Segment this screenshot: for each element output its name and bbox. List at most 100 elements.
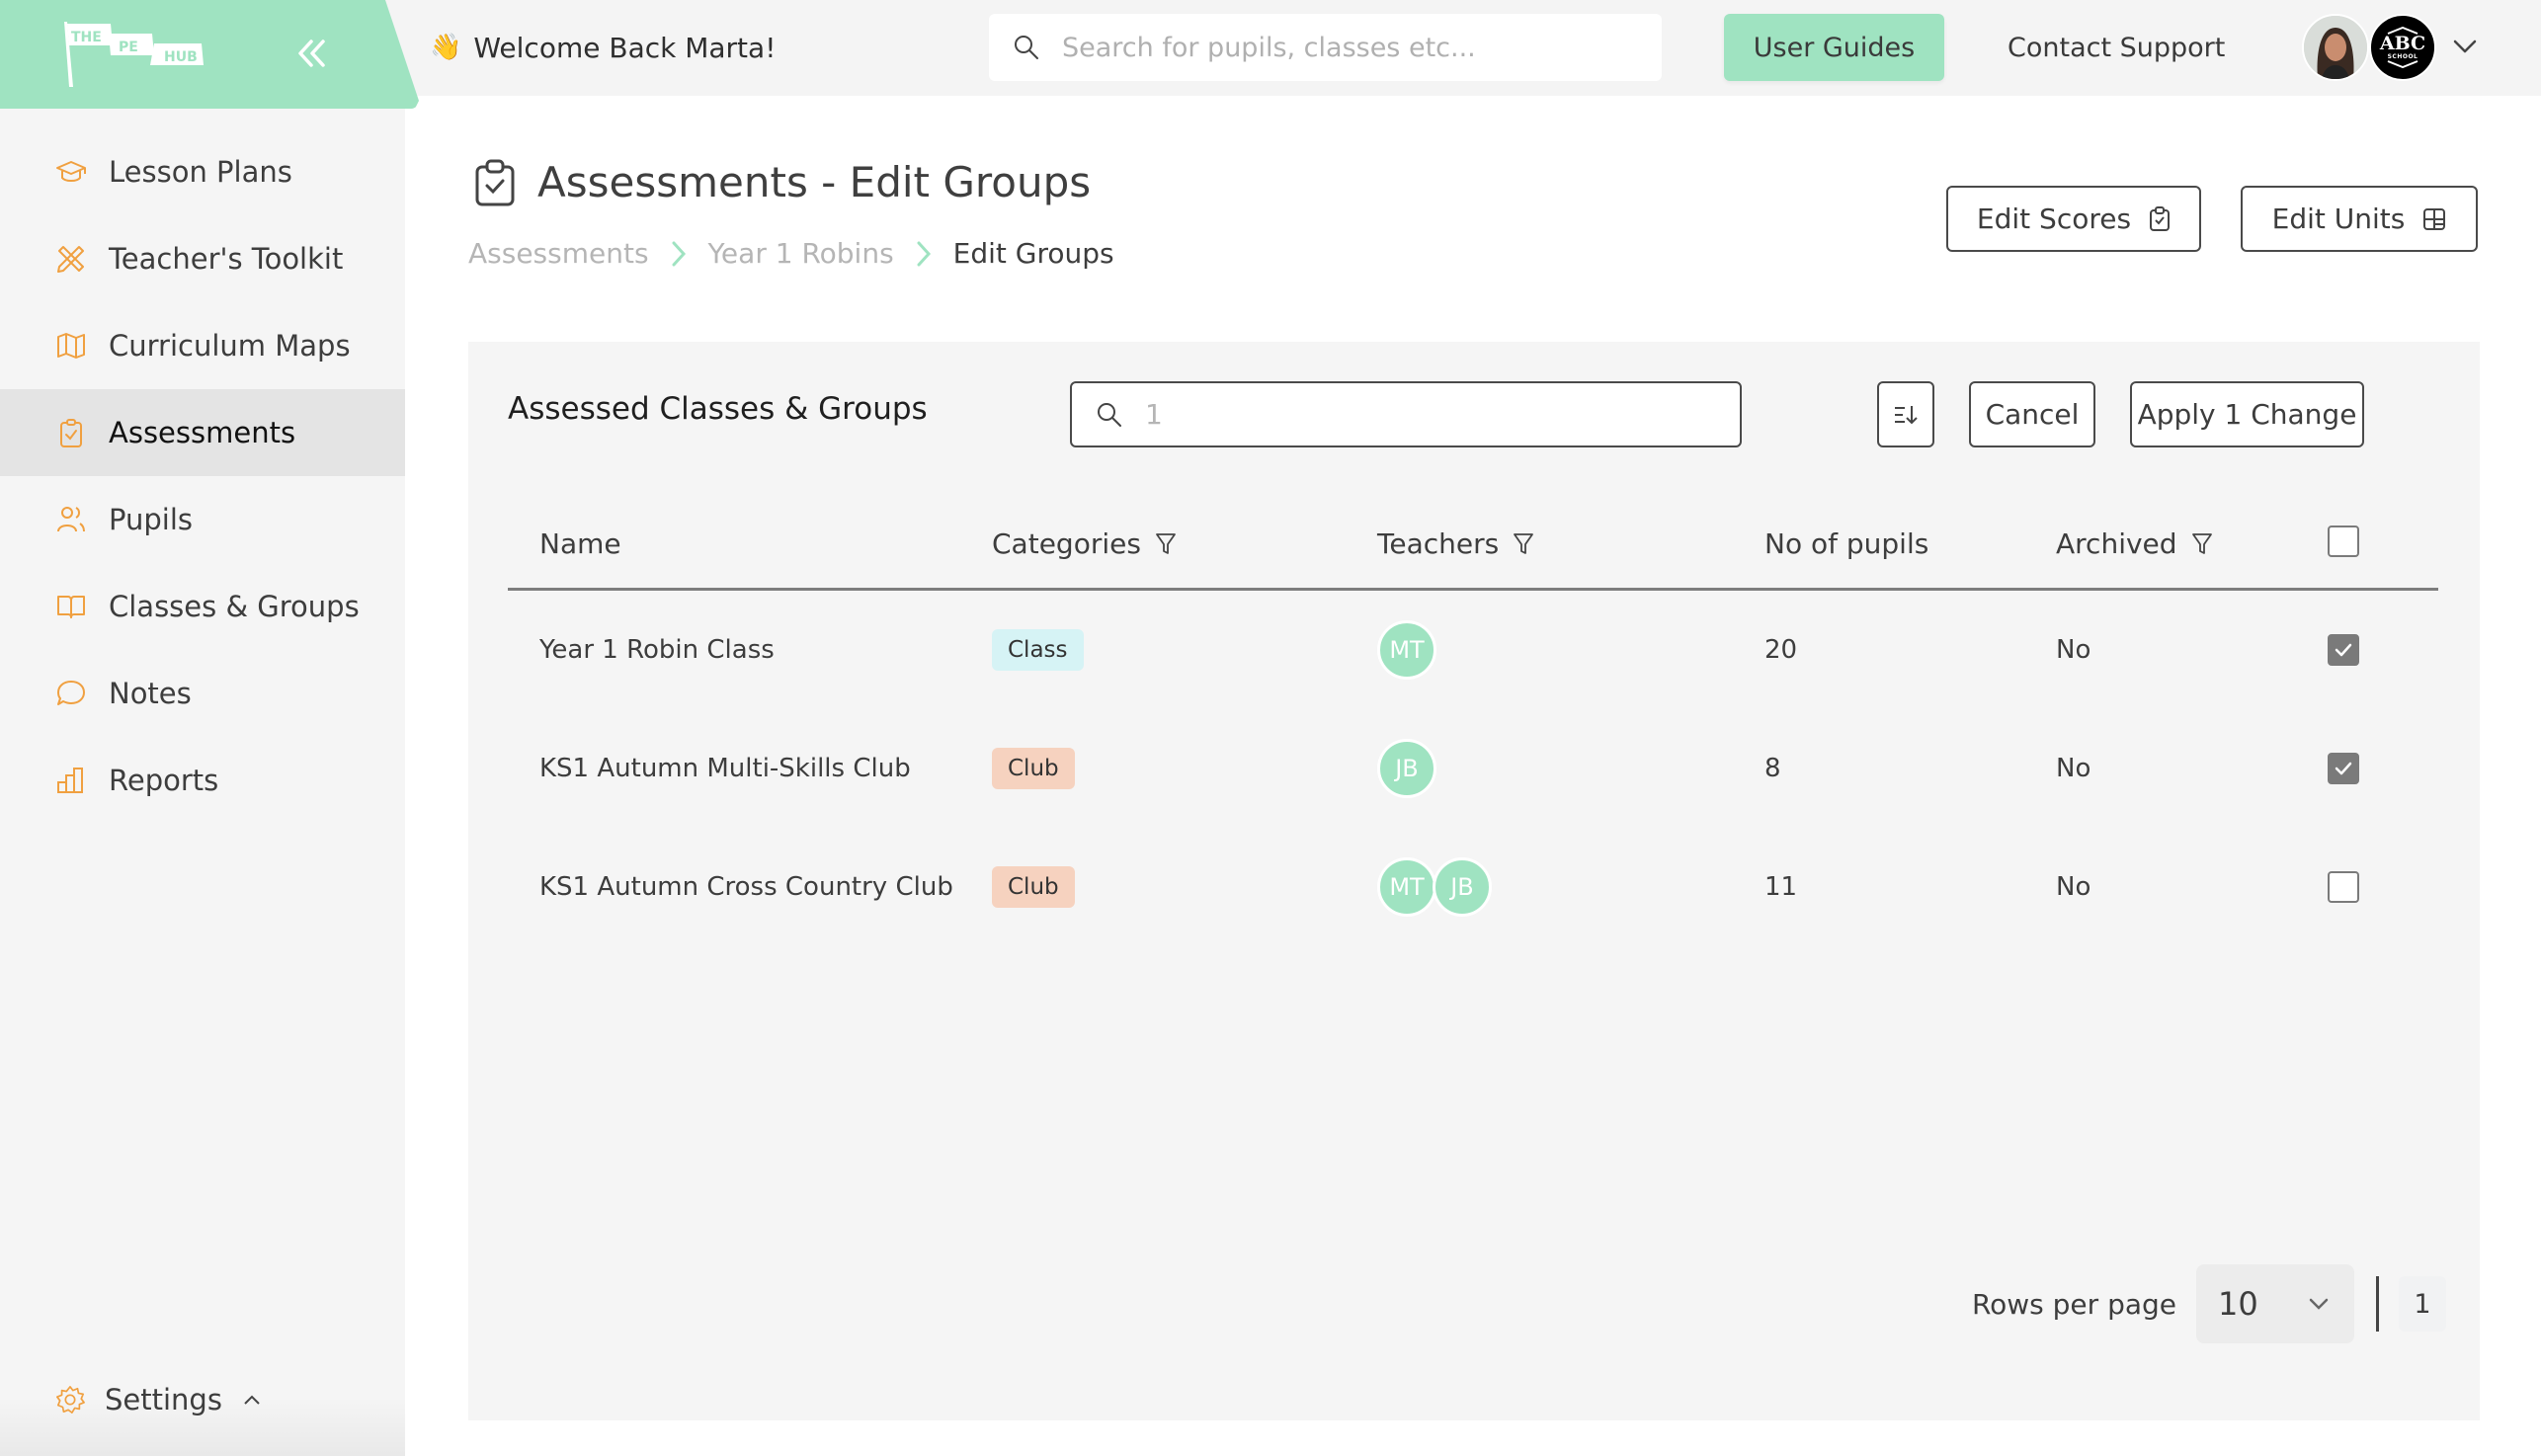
- grid-layout-icon: [2423, 207, 2446, 230]
- table-row[interactable]: Year 1 Robin Class Class MT 20 No: [508, 591, 2438, 709]
- row-pupil-count: 11: [1764, 872, 1798, 902]
- page-title: Assessments - Edit Groups: [474, 158, 1091, 206]
- apply-changes-button[interactable]: Apply 1 Change: [2130, 381, 2364, 447]
- sidebar-item-classes-groups[interactable]: Classes & Groups: [0, 563, 405, 650]
- row-category-cell: Club: [992, 828, 1075, 946]
- column-header-label: No of pupils: [1764, 527, 1929, 560]
- graduation-cap-icon: [56, 161, 86, 182]
- collapse-sidebar-button[interactable]: [292, 36, 332, 71]
- global-search[interactable]: [989, 14, 1662, 81]
- sidebar-item-label: Reports: [109, 764, 219, 797]
- table-row[interactable]: KS1 Autumn Multi-Skills Club Club JB 8 N…: [508, 709, 2438, 828]
- select-all-checkbox[interactable]: [2328, 526, 2359, 557]
- sidebar-item-label: Notes: [109, 677, 192, 710]
- filter-icon[interactable]: [1513, 531, 1534, 557]
- row-teachers-cell: JB: [1377, 709, 1436, 828]
- welcome-text: Welcome Back Marta!: [473, 31, 777, 64]
- row-teachers-cell: MT: [1377, 591, 1436, 709]
- chevron-up-icon: [244, 1395, 260, 1405]
- sidebar-item-label: Lesson Plans: [109, 155, 292, 189]
- clipboard-check-icon: [475, 159, 515, 205]
- page-title-text: Assessments - Edit Groups: [537, 158, 1092, 206]
- chevron-down-icon: [2309, 1298, 2329, 1310]
- chevron-right-icon: [917, 241, 931, 266]
- user-guides-button[interactable]: User Guides: [1724, 14, 1944, 81]
- group-search-input[interactable]: [1145, 398, 1698, 431]
- account-menu-chevron-icon[interactable]: [2450, 32, 2480, 61]
- edit-scores-label: Edit Scores: [1976, 202, 2132, 235]
- page-button-1[interactable]: 1: [2399, 1276, 2446, 1332]
- table-body: Year 1 Robin Class Class MT 20 No KS1 Au…: [508, 591, 2438, 946]
- column-header-name[interactable]: Name: [539, 527, 621, 560]
- breadcrumb: Assessments Year 1 Robins Edit Groups: [468, 237, 1114, 270]
- global-search-input[interactable]: [1062, 32, 1615, 63]
- row-name: KS1 Autumn Multi-Skills Club: [539, 754, 911, 783]
- sidebar-item-notes[interactable]: Notes: [0, 650, 405, 737]
- sidebar-item-pupils[interactable]: Pupils: [0, 476, 405, 563]
- table-header: Name Categories Teachers No of pupils Ar…: [508, 500, 2438, 591]
- sidebar-item-label: Teacher's Toolkit: [109, 242, 344, 276]
- filter-icon[interactable]: [1155, 531, 1177, 557]
- teacher-avatars: MT: [1377, 620, 1436, 680]
- groups-table: Name Categories Teachers No of pupils Ar…: [508, 500, 2438, 946]
- column-header-teachers[interactable]: Teachers: [1377, 527, 1534, 560]
- teacher-avatar: JB: [1433, 857, 1492, 917]
- row-checkbox[interactable]: [2328, 871, 2359, 903]
- filter-icon[interactable]: [2191, 531, 2213, 557]
- sidebar-item-teachers-toolkit[interactable]: Teacher's Toolkit: [0, 215, 405, 302]
- row-pupil-count: 8: [1764, 754, 1781, 783]
- rows-per-page-select[interactable]: 10: [2196, 1264, 2354, 1343]
- row-pupil-count: 20: [1764, 635, 1798, 665]
- row-checkbox[interactable]: [2328, 634, 2359, 666]
- teacher-avatars: JB: [1377, 739, 1436, 798]
- sidebar-item-lesson-plans[interactable]: Lesson Plans: [0, 128, 405, 215]
- sidebar-item-curriculum-maps[interactable]: Curriculum Maps: [0, 302, 405, 389]
- book-open-icon: [57, 596, 85, 618]
- sort-descending-icon: [1895, 405, 1918, 424]
- users-icon: [57, 507, 85, 532]
- table-row[interactable]: KS1 Autumn Cross Country Club Club MT JB …: [508, 828, 2438, 946]
- sidebar-item-label: Pupils: [109, 503, 193, 536]
- row-category-cell: Club: [992, 709, 1075, 828]
- welcome-message: 👋 Welcome Back Marta!: [430, 28, 776, 67]
- edit-units-button[interactable]: Edit Units: [2241, 186, 2478, 252]
- sidebar-item-assessments[interactable]: Assessments: [0, 389, 405, 476]
- gear-icon: [56, 1386, 85, 1414]
- row-category-cell: Class: [992, 591, 1084, 709]
- sidebar-item-label: Assessments: [109, 416, 296, 449]
- group-search[interactable]: [1070, 381, 1742, 447]
- column-header-pupils[interactable]: No of pupils: [1764, 527, 1928, 560]
- column-header-categories[interactable]: Categories: [992, 527, 1177, 560]
- row-select-cell: [2328, 709, 2359, 828]
- row-name: KS1 Autumn Cross Country Club: [539, 872, 953, 902]
- pagination: Rows per page 10 1: [1972, 1264, 2446, 1343]
- edit-scores-button[interactable]: Edit Scores: [1946, 186, 2201, 252]
- logo-word-the: THE: [71, 30, 102, 45]
- row-name: Year 1 Robin Class: [539, 635, 775, 665]
- settings-menu[interactable]: Settings: [55, 1383, 262, 1416]
- teacher-avatar: JB: [1377, 739, 1436, 798]
- sidebar-item-reports[interactable]: Reports: [0, 737, 405, 824]
- school-avatar[interactable]: ABC SCHOOL: [2369, 14, 2436, 81]
- breadcrumb-assessments[interactable]: Assessments: [468, 237, 649, 270]
- chevron-down-decoration-icon: [2387, 60, 2418, 68]
- clipboard-check-icon: [60, 419, 82, 447]
- sort-button[interactable]: [1877, 381, 1934, 447]
- pagination-divider: [2376, 1276, 2379, 1332]
- rows-per-page-label: Rows per page: [1971, 1287, 2176, 1321]
- logo-word-pe: PE: [119, 40, 138, 55]
- select-all-cell: [2328, 526, 2359, 557]
- contact-support-link[interactable]: Contact Support: [2008, 28, 2225, 67]
- bar-chart-icon: [57, 768, 83, 793]
- column-header-label: Name: [539, 527, 621, 560]
- teacher-avatar: MT: [1377, 620, 1436, 680]
- row-checkbox[interactable]: [2328, 753, 2359, 784]
- waving-hand-icon: 👋: [430, 33, 462, 62]
- breadcrumb-year1-robins[interactable]: Year 1 Robins: [708, 237, 894, 270]
- column-header-archived[interactable]: Archived: [2056, 527, 2213, 560]
- teacher-avatars: MT JB: [1377, 857, 1492, 917]
- pe-hub-logo[interactable]: THE PE HUB: [61, 20, 219, 89]
- cancel-button[interactable]: Cancel: [1969, 381, 2095, 447]
- user-avatar[interactable]: [2302, 14, 2369, 81]
- search-icon: [1098, 402, 1121, 427]
